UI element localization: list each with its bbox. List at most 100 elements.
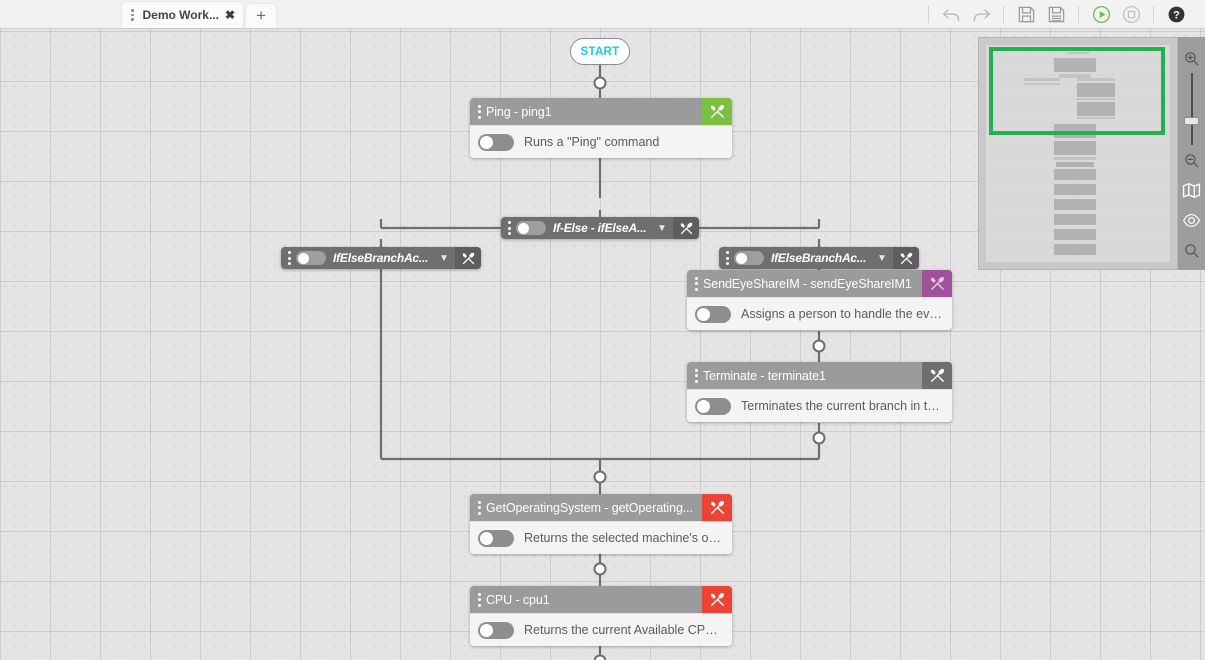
stop-button[interactable]: [1116, 0, 1146, 29]
drag-grip-icon[interactable]: [476, 104, 486, 119]
zoom-slider-handle[interactable]: [1184, 117, 1199, 125]
undo-button[interactable]: [936, 0, 966, 29]
node-description: Assigns a person to handle the event ...: [741, 307, 944, 321]
minimap-node: [1054, 169, 1096, 180]
toolbar-divider: [1003, 6, 1004, 23]
drag-grip-icon[interactable]: [693, 368, 703, 383]
node-description: Returns the current Available CPU/CP...: [524, 623, 724, 637]
node-header[interactable]: CPU - cpu1: [470, 586, 732, 613]
node-title: GetOperatingSystem - getOperating...: [486, 500, 693, 515]
save-button[interactable]: [1011, 0, 1041, 29]
node-title: SendEyeShareIM - sendEyeShareIM1: [703, 276, 912, 291]
node-title: Terminate - terminate1: [703, 368, 826, 383]
toolbar-divider: [928, 6, 929, 23]
node-sendeyeshareim[interactable]: SendEyeShareIM - sendEyeShareIM1 Assigns…: [687, 270, 952, 330]
toolbar-divider: [1078, 6, 1079, 23]
tab-label: Demo Work...: [142, 8, 219, 22]
workflow-tab[interactable]: Demo Work... ✖: [122, 2, 244, 28]
node-header[interactable]: Terminate - terminate1: [687, 362, 952, 389]
node-settings-button[interactable]: [673, 217, 699, 239]
node-terminate[interactable]: Terminate - terminate1 Terminates the cu…: [687, 362, 952, 422]
node-settings-button[interactable]: [702, 494, 732, 521]
node-cpu[interactable]: CPU - cpu1 Returns the current Available…: [470, 586, 732, 646]
node-description: Runs a "Ping" command: [524, 135, 660, 149]
chevron-down-icon[interactable]: ▼: [433, 253, 455, 264]
node-enable-toggle[interactable]: [478, 529, 514, 547]
node-enable-toggle[interactable]: [296, 251, 326, 265]
drag-grip-icon[interactable]: [724, 251, 734, 265]
node-header[interactable]: GetOperatingSystem - getOperating...: [470, 494, 732, 521]
canvas-tool-rail: [1178, 37, 1205, 270]
start-node[interactable]: START: [570, 38, 630, 65]
node-body: Assigns a person to handle the event ...: [687, 297, 952, 330]
close-icon[interactable]: ✖: [225, 9, 235, 21]
node-header[interactable]: Ping - ping1: [470, 98, 732, 125]
toolbar-divider: [1153, 6, 1154, 23]
node-enable-toggle[interactable]: [695, 305, 731, 323]
drag-grip-icon[interactable]: [286, 251, 296, 265]
search-button[interactable]: [1178, 235, 1205, 265]
minimap-node: [1054, 141, 1096, 155]
node-settings-button[interactable]: [893, 247, 919, 269]
chevron-down-icon[interactable]: ▼: [871, 253, 893, 264]
drag-grip-icon[interactable]: [128, 9, 137, 21]
run-button[interactable]: [1086, 0, 1116, 29]
node-enable-toggle[interactable]: [695, 397, 731, 415]
top-toolbar: ?: [921, 0, 1191, 29]
node-ping[interactable]: Ping - ping1 Runs a "Ping" command: [470, 98, 732, 158]
node-title: If-Else - ifElseA...: [553, 221, 647, 235]
top-bar: Demo Work... ✖ + ?: [0, 0, 1205, 29]
zoom-in-button[interactable]: [1178, 43, 1205, 73]
zoom-slider[interactable]: [1178, 73, 1205, 145]
help-button[interactable]: ?: [1161, 0, 1191, 29]
node-enable-toggle[interactable]: [478, 133, 514, 151]
node-getoperatingsystem[interactable]: GetOperatingSystem - getOperating... Ret…: [470, 494, 732, 554]
minimap-node: [1054, 244, 1096, 255]
tab-strip: Demo Work... ✖ +: [122, 0, 277, 28]
preview-button[interactable]: [1178, 205, 1205, 235]
node-settings-button[interactable]: [455, 247, 481, 269]
node-settings-button[interactable]: [702, 586, 732, 613]
node-title: IfElseBranchAc...: [333, 251, 429, 265]
drag-grip-icon[interactable]: [476, 500, 486, 515]
workflow-canvas[interactable]: START Ping - ping1 Runs a "Ping" command…: [0, 29, 1205, 660]
node-enable-toggle[interactable]: [478, 621, 514, 639]
node-header[interactable]: SendEyeShareIM - sendEyeShareIM1: [687, 270, 952, 297]
minimap-node: [1056, 162, 1094, 167]
node-body: Returns the current Available CPU/CP...: [470, 613, 732, 646]
node-enable-toggle[interactable]: [734, 251, 764, 265]
node-title: CPU - cpu1: [486, 592, 550, 607]
save-as-button[interactable]: [1041, 0, 1071, 29]
svg-text:?: ?: [1173, 9, 1180, 21]
minimap-toggle-button[interactable]: [1178, 175, 1205, 205]
minimap-node: [1054, 157, 1096, 160]
node-body: Runs a "Ping" command: [470, 125, 732, 158]
minimap-viewport[interactable]: [989, 47, 1165, 135]
node-enable-toggle[interactable]: [516, 221, 546, 235]
minimap-panel[interactable]: [978, 37, 1178, 270]
node-if-else[interactable]: If-Else - ifElseA... ▼: [501, 217, 699, 239]
minimap-node: [1054, 229, 1096, 240]
minimap-node: [1054, 214, 1096, 225]
node-title: Ping - ping1: [486, 104, 552, 119]
minimap[interactable]: [986, 45, 1170, 262]
zoom-out-button[interactable]: [1178, 145, 1205, 175]
node-body: Terminates the current branch in the ...: [687, 389, 952, 422]
node-title: IfElseBranchAc...: [771, 251, 867, 265]
node-settings-button[interactable]: [922, 270, 952, 297]
minimap-node: [1054, 184, 1096, 195]
chevron-down-icon[interactable]: ▼: [651, 223, 673, 234]
drag-grip-icon[interactable]: [506, 221, 516, 235]
new-tab-button[interactable]: +: [246, 4, 277, 28]
node-ifelse-branch-right[interactable]: IfElseBranchAc... ▼: [719, 247, 919, 269]
node-description: Terminates the current branch in the ...: [741, 399, 944, 413]
node-ifelse-branch-left[interactable]: IfElseBranchAc... ▼: [281, 247, 481, 269]
node-description: Returns the selected machine's opera...: [524, 531, 724, 545]
node-settings-button[interactable]: [702, 98, 732, 125]
node-settings-button[interactable]: [922, 362, 952, 389]
drag-grip-icon[interactable]: [693, 276, 703, 291]
redo-button[interactable]: [966, 0, 996, 29]
minimap-node: [1054, 199, 1096, 210]
drag-grip-icon[interactable]: [476, 592, 486, 607]
zoom-slider-track: [1190, 73, 1193, 145]
